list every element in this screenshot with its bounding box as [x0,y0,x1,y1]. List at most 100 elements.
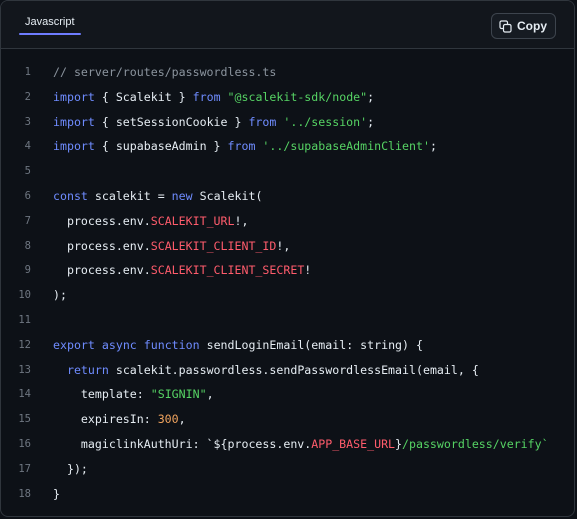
code-token: "@scalekit-sdk/node" [227,89,368,104]
code-token: scalekit = [87,188,172,203]
code-token: from [248,114,277,129]
code-line: 17 }); [1,457,574,482]
line-number: 13 [18,363,31,376]
code-line: 10); [1,283,574,308]
code-line: 1 // server/routes/passwordless.ts [1,60,574,85]
code-token: sendLoginEmail(email: string) { [199,337,423,352]
code-text: expiresIn: 300, [53,407,186,432]
code-token: !, [276,238,291,253]
code-token: SCALEKIT_URL [150,213,235,228]
code-text: template: "SIGNIN", [53,382,214,407]
code-line: 13 return scalekit.passwordless.sendPass… [1,358,574,383]
code-text: return scalekit.passwordless.sendPasswor… [53,358,479,383]
code-token: export [53,337,95,352]
line-number: 18 [18,487,31,500]
code-text: process.env.SCALEKIT_CLIENT_SECRET! [53,258,311,283]
copy-button[interactable]: Copy [491,13,556,39]
code-token: process.env. [53,263,151,278]
code-text: import { Scalekit } from "@scalekit-sdk/… [53,85,374,110]
code-block-header: Javascript Copy [1,1,574,49]
code-token: new [171,188,193,203]
code-token: ); [53,288,67,303]
code-token: process.env. [53,213,151,228]
code-text: process.env.SCALEKIT_URL!, [53,209,249,234]
line-number: 17 [18,462,31,475]
code-token: '../session' [283,114,368,129]
code-token: /passwordless/verify` [402,436,549,451]
code-token: { Scalekit } [94,89,193,104]
line-number: 10 [18,289,31,302]
code-text: ); [53,283,67,308]
code-token: APP_BASE_URL [311,436,396,451]
line-number: 7 [24,214,31,227]
code-text: } [53,482,60,507]
code-text: import { setSessionCookie } from '../ses… [53,110,374,135]
line-number: 3 [24,115,31,128]
line-number: 1 [24,66,31,78]
code-line: 12 export async function sendLoginEmail(e… [1,333,574,358]
code-token: , [206,387,214,402]
tab-active-indicator [19,33,81,35]
code-token: scalekit.passwordless.sendPasswordlessEm… [108,362,479,377]
line-number: 9 [24,264,31,277]
tab-label: Javascript [25,16,75,28]
code-token: from [192,89,221,104]
code-token: import [53,114,95,129]
code-token: '../supabaseAdminClient' [262,139,430,154]
line-number: 6 [24,189,31,202]
code-token: magiclinkAuthUri: `${process.env. [53,436,312,451]
code-text: process.env.SCALEKIT_CLIENT_ID!, [53,234,290,259]
line-number: 14 [18,388,31,401]
line-number: 12 [18,338,31,351]
line-number: 2 [24,90,31,103]
code-line: 8 process.env.SCALEKIT_CLIENT_ID!, [1,234,574,259]
code-token: async [101,337,137,352]
code-line: 9 process.env.SCALEKIT_CLIENT_SECRET! [1,258,574,283]
code-text: // server/routes/passwordless.ts [53,60,276,85]
code-token: process.env. [53,238,151,253]
code-line: 18} [1,482,574,507]
code-line: 11 [1,308,574,333]
code-token: { supabaseAdmin } [94,139,228,154]
tab-javascript[interactable]: Javascript [19,10,81,35]
code-token: // server/routes/passwordless.ts [53,65,277,79]
code-line: 2 import { Scalekit } from "@scalekit-sdk… [1,85,574,110]
line-number: 15 [18,413,31,426]
code-token: ; [429,139,437,154]
code-line: 16 magiclinkAuthUri: `${process.env.APP_… [1,432,574,457]
code-token: }); [53,461,88,476]
code-token: ; [367,114,375,129]
line-number: 5 [24,165,31,178]
code-token: "SIGNIN" [150,387,207,402]
code-line: 3 import { setSessionCookie } from '../se… [1,110,574,135]
code-token: const [53,188,88,203]
code-text: magiclinkAuthUri: `${process.env.APP_BAS… [53,432,549,457]
code-token: Scalekit( [192,188,263,203]
code-token: ; [367,89,375,104]
code-token: , [178,412,186,427]
code-token: return [66,362,109,377]
code-token: SCALEKIT_CLIENT_ID [150,238,277,253]
code-line: 6 const scalekit = new Scalekit( [1,184,574,209]
code-token: } [395,436,403,451]
code-text: }); [53,457,88,482]
code-block-panel: Javascript Copy 1 // server/routes/passwo… [0,0,575,517]
code-line: 7 process.env.SCALEKIT_URL!, [1,209,574,234]
code-token: } [53,486,60,501]
code-token: from [227,139,256,154]
code-line: 5 [1,159,574,184]
code-text: import { supabaseAdmin } from '../supaba… [53,134,437,159]
code-line: 4 import { supabaseAdmin } from '../supab… [1,134,574,159]
code-token: ! [304,263,312,278]
code-line: 15 expiresIn: 300, [1,407,574,432]
code-text: export async function sendLoginEmail(ema… [53,333,423,358]
code-token: !, [234,213,249,228]
code-line: 14 template: "SIGNIN", [1,382,574,407]
line-number: 16 [18,437,31,450]
code-token: 300 [157,412,179,427]
line-number: 4 [24,140,31,153]
code-token: import [53,139,95,154]
